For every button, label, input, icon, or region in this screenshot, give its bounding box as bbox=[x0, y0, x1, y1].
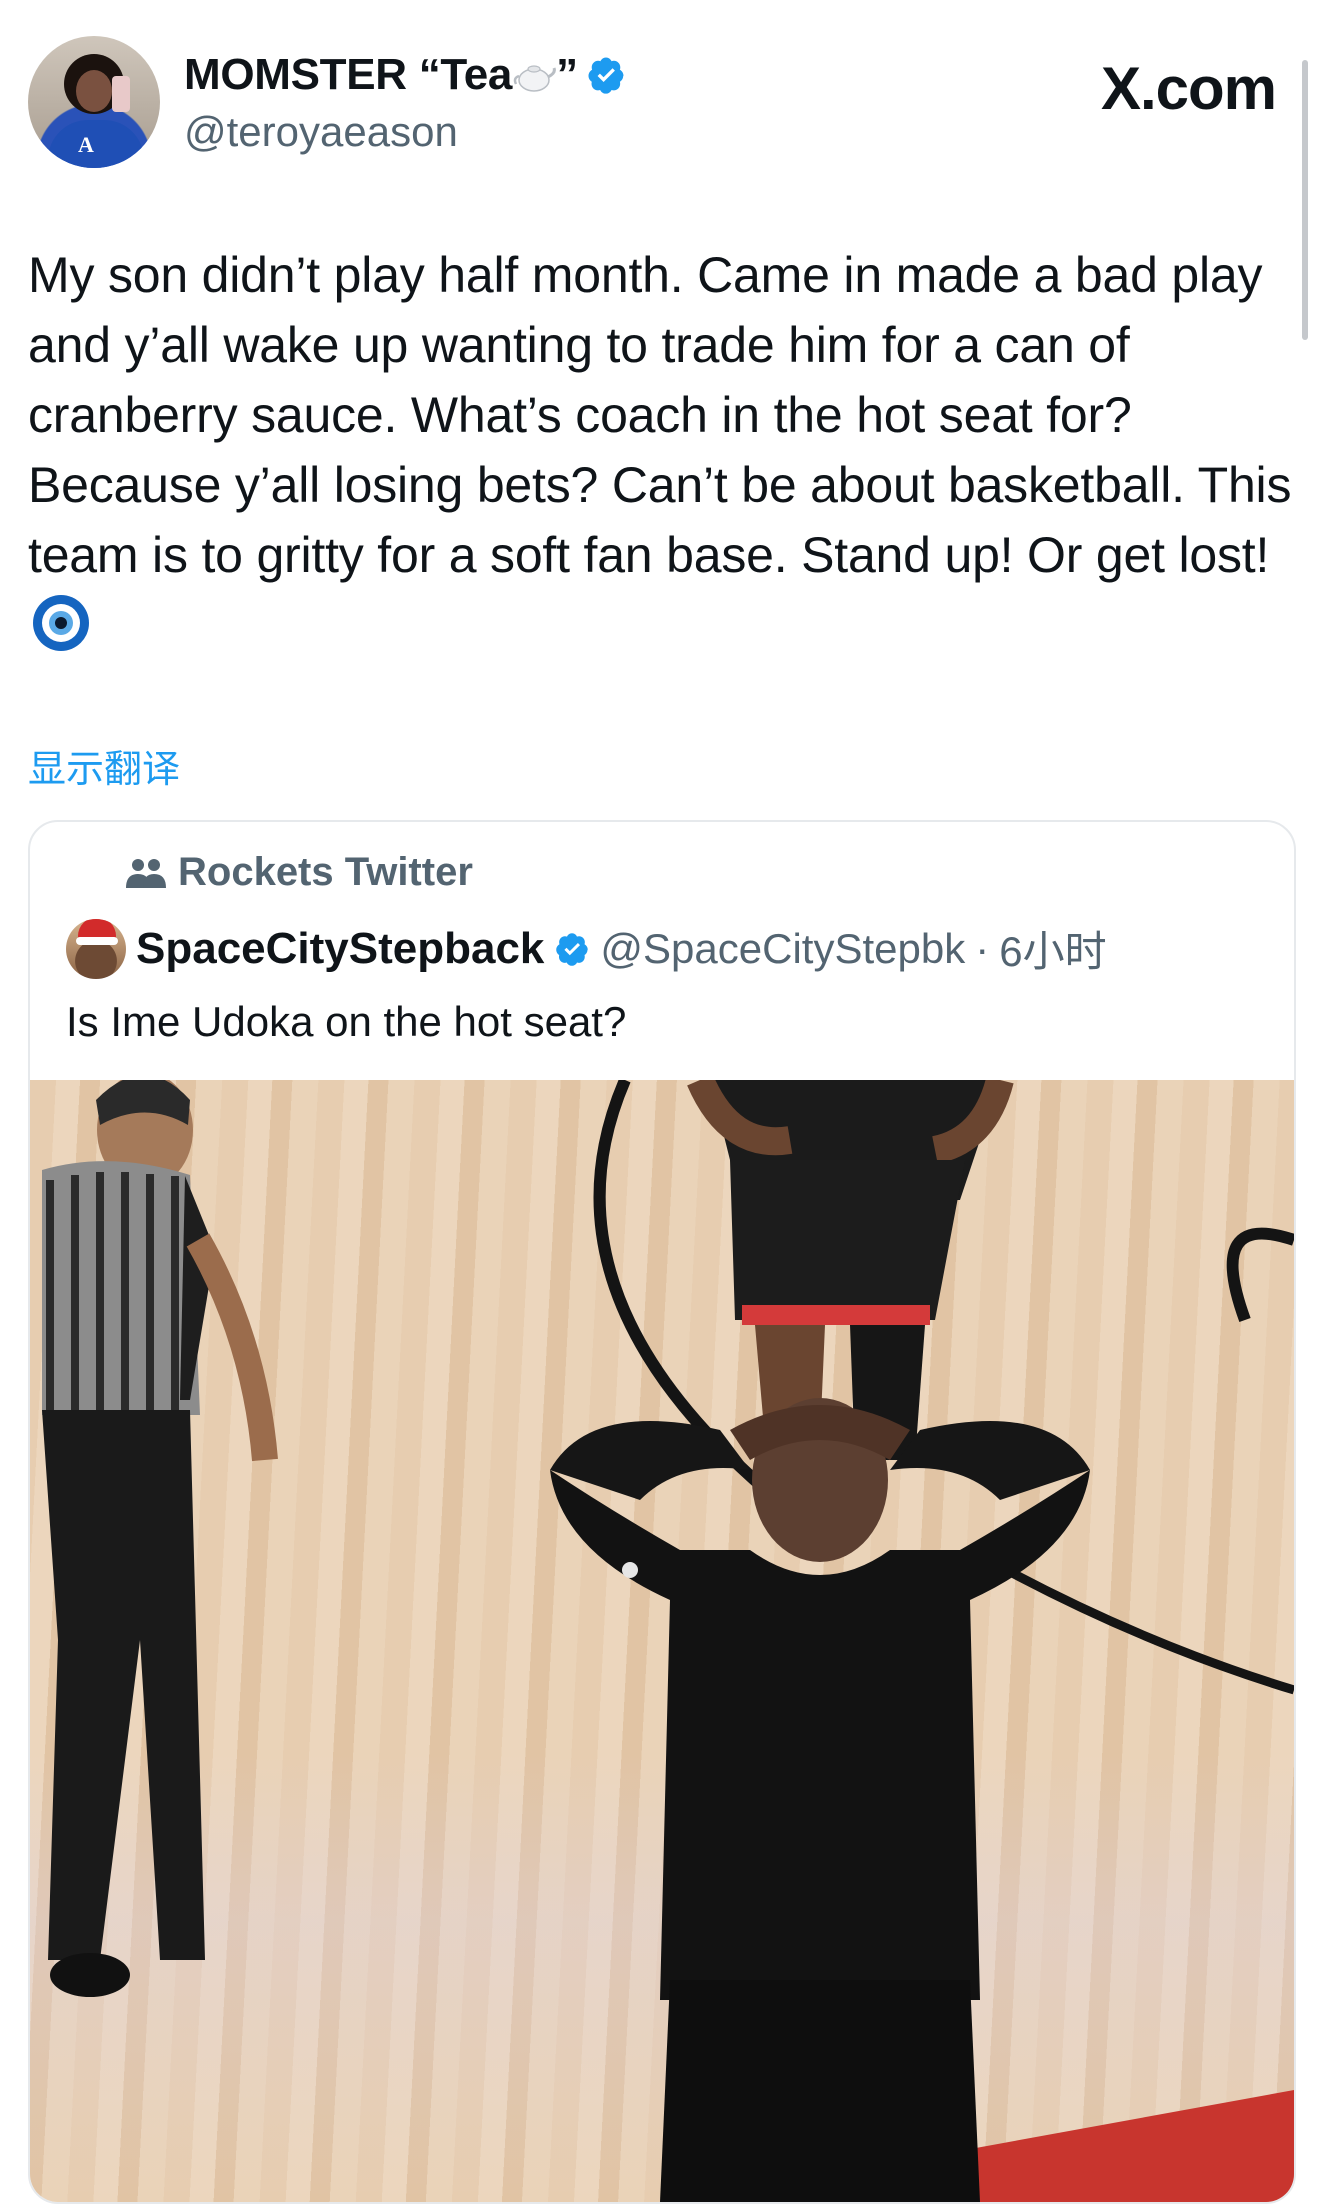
author-name-row[interactable]: MOMSTER “Tea” bbox=[184, 50, 626, 100]
quoted-tweet-card[interactable]: Rockets Twitter SpaceCityStepback @Space… bbox=[28, 820, 1296, 2204]
quoted-timestamp[interactable]: 6小时 bbox=[999, 918, 1106, 979]
coach-figure bbox=[550, 1398, 1090, 2202]
author-display-name[interactable]: MOMSTER “Tea” bbox=[184, 50, 578, 100]
verified-badge-icon bbox=[556, 932, 589, 966]
player-figure bbox=[687, 1080, 1014, 1460]
quoted-author-row[interactable]: SpaceCityStepback @SpaceCityStepbk · 6小时 bbox=[66, 918, 1107, 979]
photo-scene bbox=[42, 1080, 1294, 2202]
quoted-author-avatar[interactable] bbox=[66, 918, 126, 979]
author-handle[interactable]: @teroyaeason bbox=[184, 108, 458, 156]
show-translation-link[interactable]: 显示翻译 bbox=[28, 738, 180, 793]
quoted-author-handle[interactable]: @SpaceCityStepbk bbox=[600, 925, 965, 973]
quoted-author-name[interactable]: SpaceCityStepback bbox=[136, 924, 544, 974]
nazar-amulet-icon bbox=[33, 595, 89, 651]
author-avatar[interactable]: A bbox=[28, 36, 160, 168]
scrollbar[interactable] bbox=[1302, 60, 1308, 340]
teapot-icon bbox=[513, 65, 556, 93]
referee-figure bbox=[42, 1080, 278, 1997]
quoted-tweet-photo[interactable] bbox=[30, 1080, 1294, 2202]
tweet-header: A MOMSTER “Tea” @teroyaeason X.com bbox=[28, 36, 1292, 176]
brand-logo: X.com bbox=[1100, 55, 1277, 122]
community-name: Rockets Twitter bbox=[178, 850, 473, 894]
community-label[interactable]: Rockets Twitter bbox=[126, 850, 473, 895]
tweet-text: My son didn’t play half month. Came in m… bbox=[28, 240, 1298, 660]
meta-separator: · bbox=[975, 924, 990, 972]
quoted-tweet-text: Is Ime Udoka on the hot seat? bbox=[66, 998, 627, 1045]
verified-badge-icon bbox=[588, 57, 624, 94]
community-people-icon bbox=[126, 858, 166, 888]
